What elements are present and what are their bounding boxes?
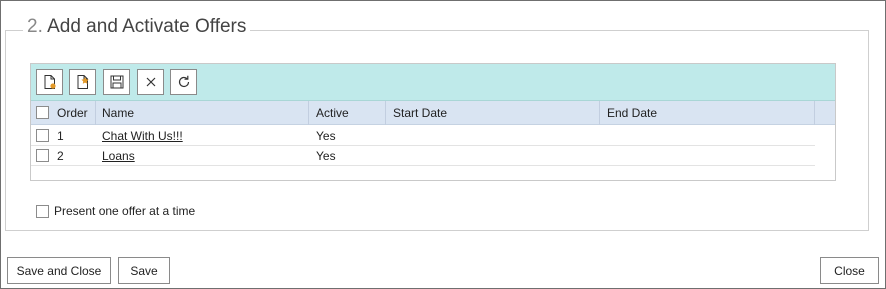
delete-button[interactable] [137, 69, 164, 95]
column-separator [599, 101, 600, 125]
row-active: Yes [316, 149, 336, 163]
grid-toolbar [31, 64, 835, 101]
section-number: 2. [27, 16, 43, 37]
column-separator [308, 101, 309, 125]
refresh-icon [178, 75, 189, 88]
row-checkbox[interactable] [36, 129, 49, 142]
row-order: 2 [57, 149, 64, 163]
grid-header: Order Name Active Start Date End Date [31, 101, 835, 125]
row-checkbox[interactable] [36, 149, 49, 162]
table-row[interactable]: 2 Loans Yes [31, 146, 815, 166]
save-button[interactable]: Save [118, 257, 170, 284]
column-name[interactable]: Name [102, 101, 134, 125]
new-offer-button[interactable] [36, 69, 63, 95]
new-offer-icon [44, 75, 56, 89]
column-end-date[interactable]: End Date [607, 101, 657, 125]
save-and-close-button[interactable]: Save and Close [7, 257, 111, 284]
offer-name-link[interactable]: Chat With Us!!! [102, 129, 183, 143]
save-grid-button[interactable] [103, 69, 130, 95]
refresh-button[interactable] [170, 69, 197, 95]
column-separator [385, 101, 386, 125]
present-one-offer-checkbox[interactable] [36, 204, 49, 218]
delete-icon [146, 77, 155, 87]
select-all-checkbox[interactable] [36, 106, 49, 119]
add-existing-offer-icon [77, 75, 89, 89]
present-one-offer-label: Present one offer at a time [54, 204, 196, 218]
row-order: 1 [57, 129, 64, 143]
row-name-cell: Chat With Us!!! [102, 126, 183, 146]
table-row[interactable]: 1 Chat With Us!!! Yes [31, 126, 815, 146]
section-title-text: Add and Activate Offers [47, 16, 247, 37]
offers-grid: Order Name Active Start Date End Date 1 … [30, 63, 836, 181]
section-title: 2. Add and Activate Offers [23, 14, 251, 40]
save-icon [110, 75, 123, 89]
column-order[interactable]: Order [57, 101, 88, 125]
add-existing-offer-button[interactable] [69, 69, 96, 95]
row-name-cell: Loans [102, 146, 135, 166]
close-button[interactable]: Close [820, 257, 879, 284]
column-separator [814, 101, 815, 125]
offer-name-link[interactable]: Loans [102, 149, 135, 163]
column-active[interactable]: Active [316, 101, 349, 125]
column-separator [95, 101, 96, 125]
row-active: Yes [316, 129, 336, 143]
present-one-offer-option[interactable]: Present one offer at a time [36, 203, 195, 219]
column-start-date[interactable]: Start Date [393, 101, 447, 125]
